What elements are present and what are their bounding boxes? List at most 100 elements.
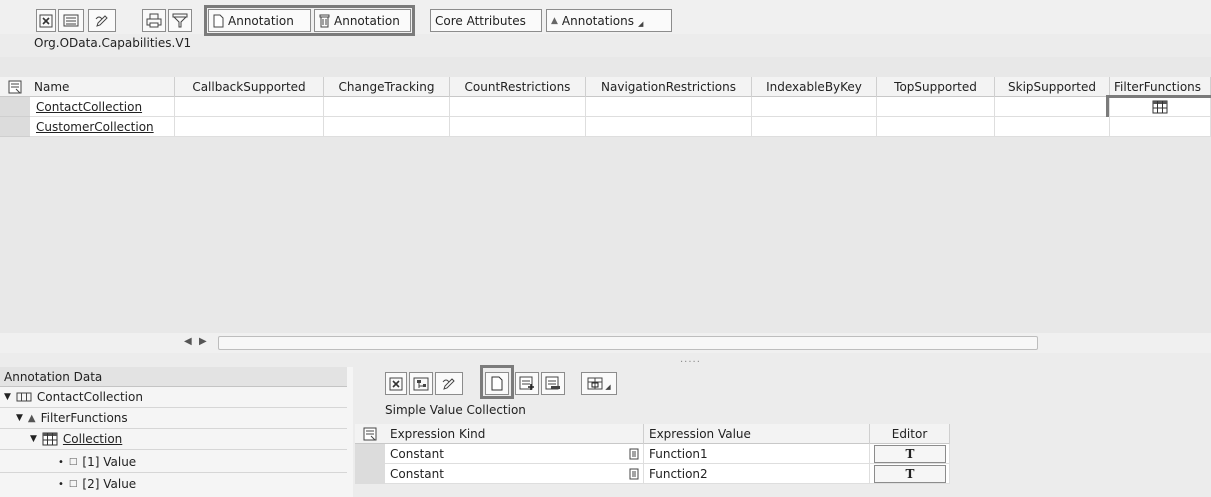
expand-arrow-icon[interactable]: ▼ xyxy=(4,392,11,402)
print-icon xyxy=(146,13,162,28)
cell-skip-supported[interactable] xyxy=(995,97,1110,117)
cell-callback-supported[interactable] xyxy=(175,97,324,117)
cell-indexable-by-key[interactable] xyxy=(752,117,877,137)
entity-set-icon xyxy=(16,392,32,402)
table-row: Constant Function2 T xyxy=(355,464,950,484)
expression-value-cell[interactable]: Function1 xyxy=(644,444,870,464)
table-settings-button[interactable]: ◢ xyxy=(581,372,617,395)
select-all-button[interactable] xyxy=(355,424,385,444)
close-button[interactable] xyxy=(36,9,56,32)
cell-change-tracking[interactable] xyxy=(324,97,450,117)
editor-cell: T xyxy=(870,464,950,484)
scroll-left-icon[interactable]: ◀ xyxy=(184,336,192,347)
tree-node-collection[interactable]: ▼ Collection xyxy=(30,429,122,449)
column-header-top-supported[interactable]: TopSupported xyxy=(877,77,995,97)
delete-row-button[interactable] xyxy=(541,372,565,395)
value-help-icon[interactable] xyxy=(629,468,639,480)
table-settings-icon xyxy=(587,377,603,389)
table-view-icon xyxy=(63,14,79,27)
cell-filter-functions[interactable] xyxy=(1110,117,1211,137)
horizontal-scrollbar[interactable]: ◀ ▶ xyxy=(0,333,1211,353)
filter-button[interactable] xyxy=(168,9,192,32)
core-attributes-button[interactable]: Core Attributes xyxy=(430,9,542,32)
expression-kind-cell[interactable]: Constant xyxy=(385,464,644,484)
annotation-data-title: Annotation Data xyxy=(0,367,347,387)
expand-arrow-icon[interactable]: ▼ xyxy=(16,413,23,423)
row-selector[interactable] xyxy=(355,464,385,484)
entity-set-link[interactable]: ContactCollection xyxy=(30,97,175,117)
close-icon xyxy=(389,377,403,390)
tree-divider xyxy=(0,472,347,473)
annotations-menu-button[interactable]: ▲ Annotations ◢ xyxy=(546,9,672,32)
column-header-count-restrictions[interactable]: CountRestrictions xyxy=(450,77,586,97)
cell-top-supported[interactable] xyxy=(877,97,995,117)
insert-row-button[interactable] xyxy=(515,372,539,395)
tree-node-value[interactable]: • □ [1] Value xyxy=(58,452,136,472)
annotation-data-panel: Annotation Data ▼ ContactCollection ▼ ▲ … xyxy=(0,367,353,497)
main-toolbar: Annotation Annotation Core Attributes ▲ … xyxy=(0,0,1211,36)
expression-kind-value: Constant xyxy=(390,446,444,461)
insert-row-icon xyxy=(519,376,534,390)
column-header-navigation-restrictions[interactable]: NavigationRestrictions xyxy=(586,77,752,97)
scroll-right-icon[interactable]: ▶ xyxy=(199,336,207,347)
pencil-icon xyxy=(442,377,455,390)
triangle-up-icon: ▲ xyxy=(551,15,558,26)
term-icon: ▲ xyxy=(27,412,36,424)
entity-set-link[interactable]: CustomerCollection xyxy=(30,117,175,137)
pencil-icon xyxy=(95,14,108,27)
row-selector[interactable] xyxy=(0,97,30,117)
detail-title: Simple Value Collection xyxy=(385,403,526,417)
cell-change-tracking[interactable] xyxy=(324,117,450,137)
cell-count-restrictions[interactable] xyxy=(450,97,586,117)
dropdown-corner-icon: ◢ xyxy=(637,19,644,28)
text-editor-button[interactable]: T xyxy=(874,465,946,483)
expression-value-cell[interactable]: Function2 xyxy=(644,464,870,484)
cell-navigation-restrictions[interactable] xyxy=(586,97,752,117)
expand-arrow-icon[interactable]: ▼ xyxy=(30,434,37,444)
column-header-expression-value[interactable]: Expression Value xyxy=(644,424,870,444)
expression-kind-cell[interactable]: Constant xyxy=(385,444,644,464)
delete-row-icon xyxy=(545,376,560,390)
cell-callback-supported[interactable] xyxy=(175,117,324,137)
scrollbar-thumb[interactable] xyxy=(218,336,1038,350)
column-header-expression-kind[interactable]: Expression Kind xyxy=(385,424,644,444)
dropdown-corner-icon: ◢ xyxy=(605,382,611,391)
bullet-icon: • xyxy=(58,456,64,468)
tree-node-label: [2] Value xyxy=(82,477,137,491)
text-editor-button[interactable]: T xyxy=(874,445,946,463)
cell-count-restrictions[interactable] xyxy=(450,117,586,137)
cell-top-supported[interactable] xyxy=(877,117,995,137)
column-header-editor[interactable]: Editor xyxy=(870,424,950,444)
tree-node-label: Collection xyxy=(62,432,123,446)
print-button[interactable] xyxy=(142,9,166,32)
hierarchy-button[interactable] xyxy=(409,372,433,395)
annotation-buttons-highlight xyxy=(204,5,415,36)
select-all-icon xyxy=(8,80,22,94)
cell-skip-supported[interactable] xyxy=(995,117,1110,137)
column-header-name[interactable]: Name xyxy=(30,77,175,97)
select-all-button[interactable] xyxy=(0,77,30,97)
column-header-indexable-by-key[interactable]: IndexableByKey xyxy=(752,77,877,97)
row-selector[interactable] xyxy=(0,117,30,137)
column-header-skip-supported[interactable]: SkipSupported xyxy=(995,77,1110,97)
edit-button[interactable] xyxy=(88,9,116,32)
tree-node-label: ContactCollection xyxy=(36,390,143,404)
value-help-icon[interactable] xyxy=(629,448,639,460)
column-header-change-tracking[interactable]: ChangeTracking xyxy=(324,77,450,97)
close-button[interactable] xyxy=(385,372,407,395)
table-row: ContactCollection xyxy=(0,97,1211,117)
tree-node-entity-set[interactable]: ▼ ContactCollection xyxy=(4,387,143,407)
cell-navigation-restrictions[interactable] xyxy=(586,117,752,137)
column-header-filter-functions[interactable]: FilterFunctions xyxy=(1110,77,1211,97)
tree-node-label: [1] Value xyxy=(82,455,137,469)
value-icon: □ xyxy=(68,457,78,467)
column-header-callback-supported[interactable]: CallbackSupported xyxy=(175,77,324,97)
table-view-button[interactable] xyxy=(58,9,84,32)
tree-node-term[interactable]: ▼ ▲ FilterFunctions xyxy=(16,408,128,428)
table-row: CustomerCollection xyxy=(0,117,1211,137)
edit-button[interactable] xyxy=(435,372,463,395)
tree-node-value[interactable]: • □ [2] Value xyxy=(58,474,136,494)
row-selector[interactable] xyxy=(355,444,385,464)
capabilities-grid: Name CallbackSupported ChangeTracking Co… xyxy=(0,57,1211,339)
cell-indexable-by-key[interactable] xyxy=(752,97,877,117)
